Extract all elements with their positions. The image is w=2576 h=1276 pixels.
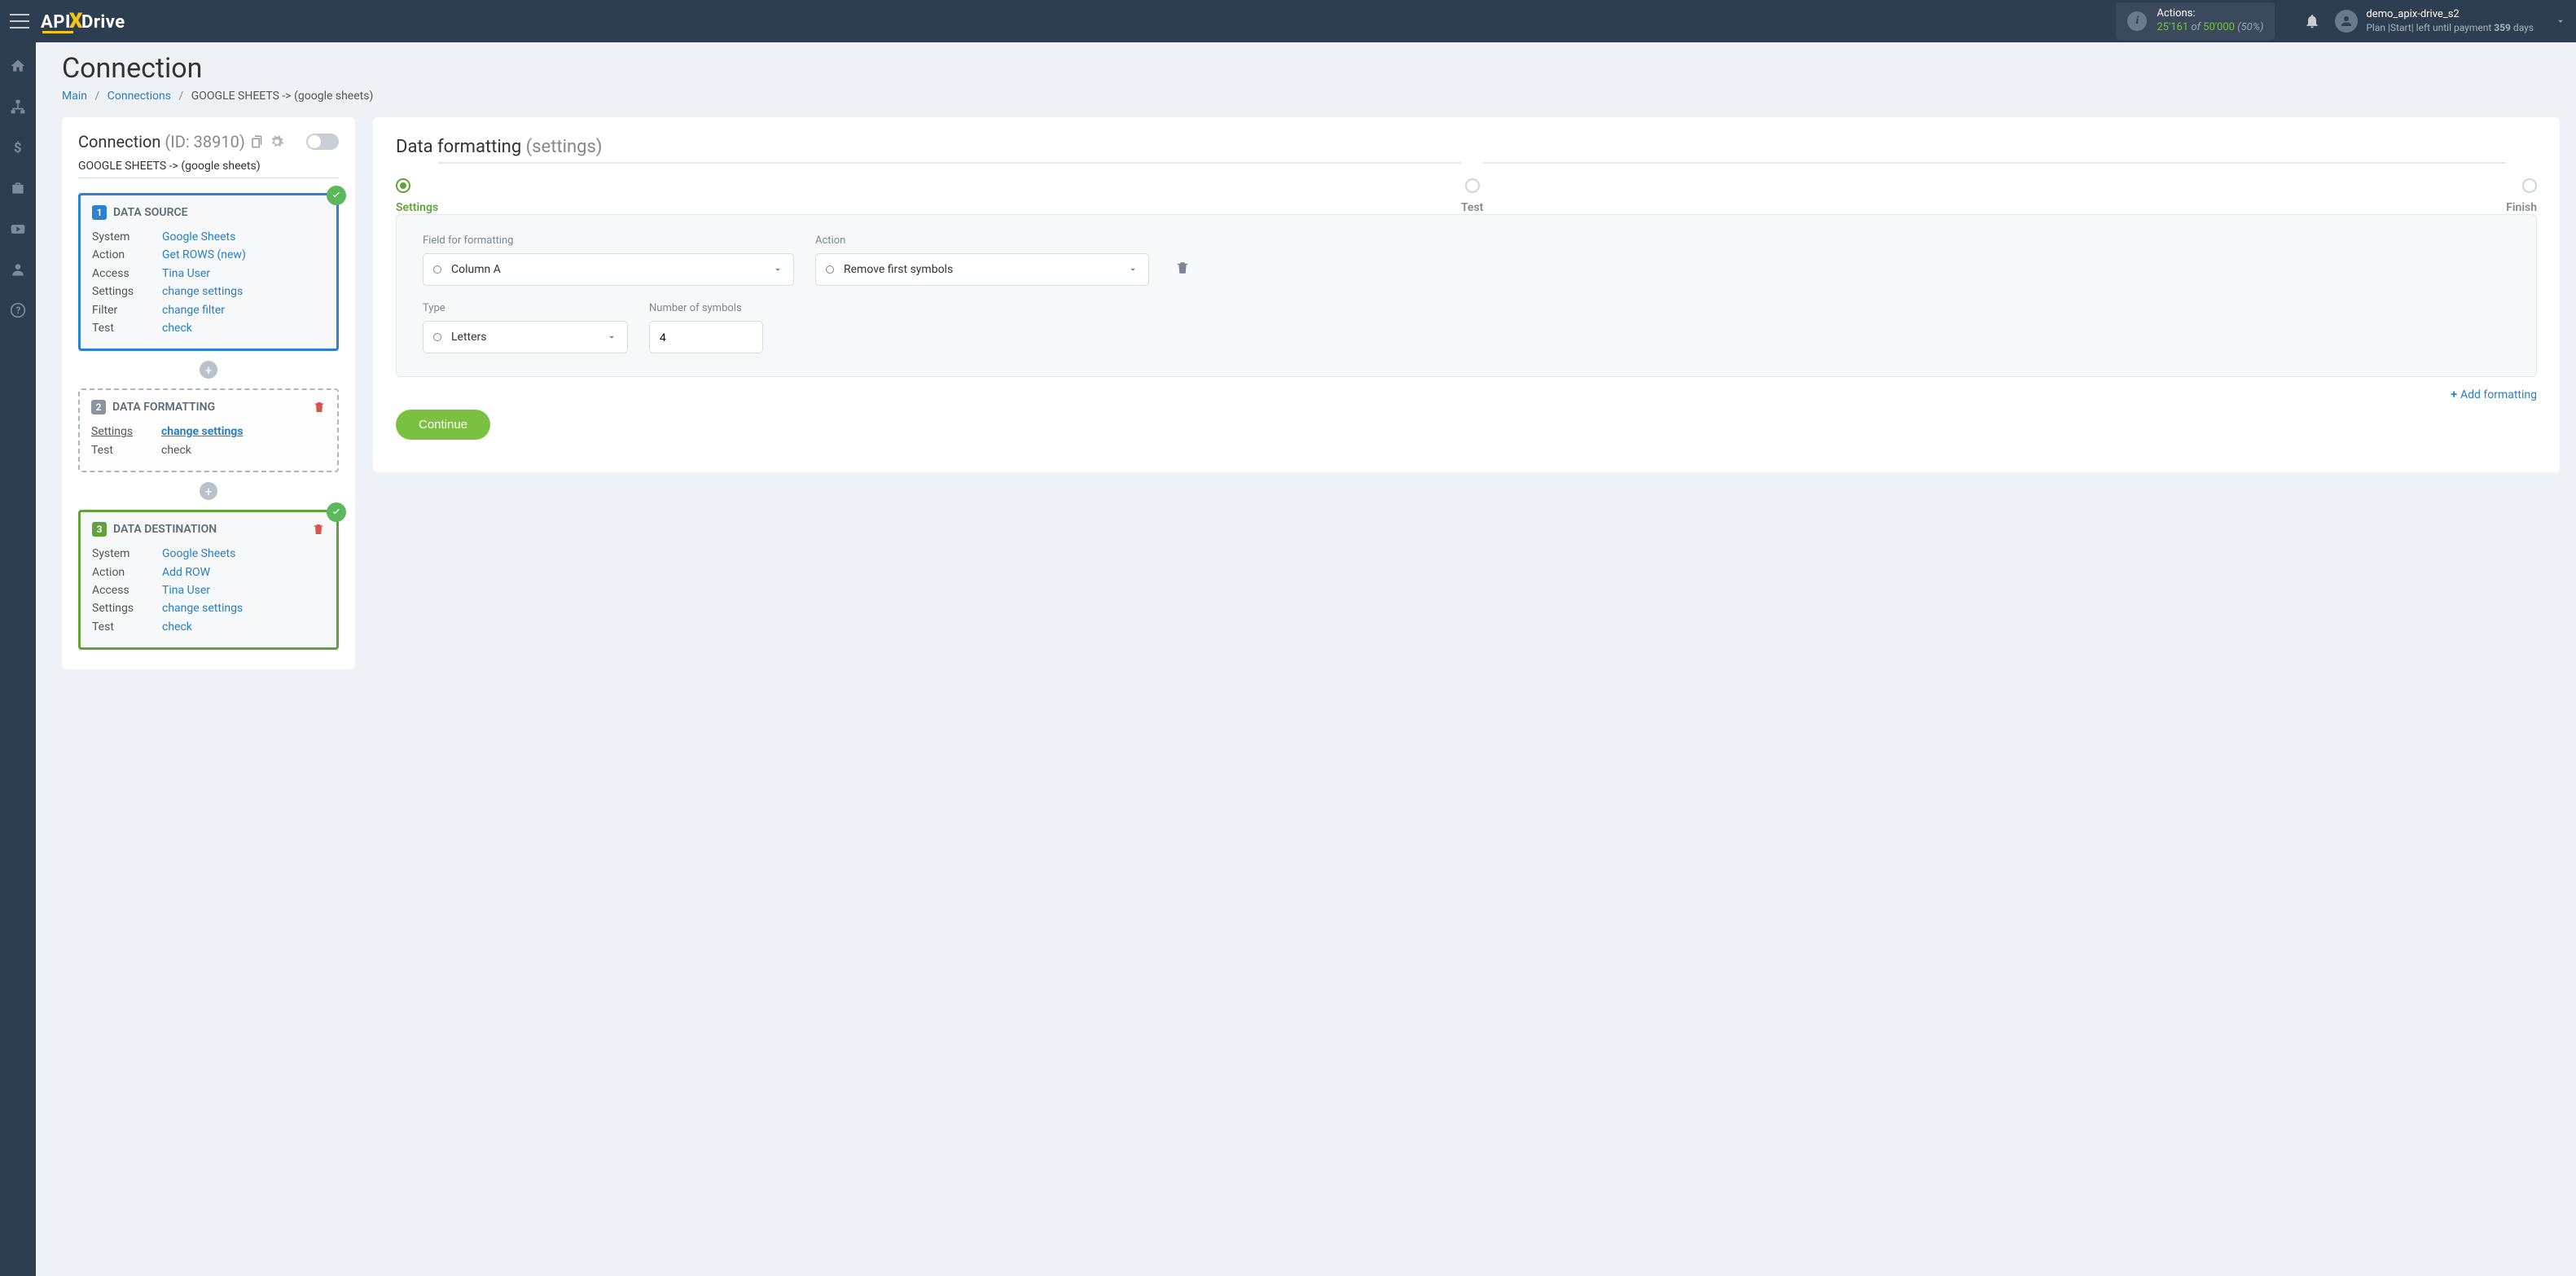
help-icon[interactable]: ? — [9, 301, 27, 319]
continue-button[interactable]: Continue — [396, 410, 490, 440]
dest-settings[interactable]: change settings — [162, 599, 243, 617]
svg-text:?: ? — [16, 305, 21, 316]
data-source-card: 1DATA SOURCE SystemGoogle Sheets ActionG… — [78, 193, 339, 351]
format-settings[interactable]: change settings — [161, 423, 243, 441]
radio-icon — [433, 333, 441, 341]
actions-text: Actions: 25'161 of 50'000 (50%) — [2157, 7, 2263, 35]
step-finish[interactable]: Finish — [2506, 178, 2537, 214]
breadcrumb-connections[interactable]: Connections — [108, 90, 171, 103]
connection-header: Connection (ID: 38910) — [78, 132, 339, 151]
source-action[interactable]: Get ROWS (new) — [162, 246, 246, 264]
dollar-icon[interactable]: $ — [9, 138, 27, 156]
connection-id: (ID: 38910) — [165, 132, 244, 151]
field-select[interactable]: Column A — [423, 253, 794, 286]
check-badge-icon — [327, 502, 346, 522]
dest-access[interactable]: Tina User — [162, 581, 210, 599]
num-input[interactable] — [649, 321, 763, 353]
username: demo_apix-drive_s2 — [2366, 8, 2534, 22]
type-select[interactable]: Letters — [423, 321, 628, 353]
logo-api: API — [41, 12, 71, 33]
left-sidebar: $ ? — [0, 42, 36, 1276]
connection-toggle[interactable] — [306, 134, 339, 150]
formatting-title: Data formatting (settings) — [396, 137, 2537, 157]
action-label: Action — [815, 235, 1149, 247]
actions-total: 50'000 — [2203, 21, 2235, 33]
info-icon: i — [2127, 11, 2147, 31]
step-settings[interactable]: Settings — [396, 178, 438, 214]
chevron-down-icon — [2555, 15, 2566, 27]
gear-icon[interactable] — [270, 134, 284, 149]
radio-icon — [433, 265, 441, 274]
trash-icon[interactable] — [312, 523, 325, 536]
connection-panel: Connection (ID: 38910) GOOGLE SHEETS -> … — [62, 117, 355, 669]
breadcrumb-current: GOOGLE SHEETS -> (google sheets) — [191, 90, 374, 103]
source-access[interactable]: Tina User — [162, 265, 210, 283]
format-test[interactable]: check — [161, 441, 191, 459]
avatar-icon — [2335, 10, 2358, 33]
source-settings[interactable]: change settings — [162, 283, 243, 300]
type-label: Type — [423, 302, 628, 314]
add-formatting-link[interactable]: + Add formatting — [396, 388, 2537, 401]
num-label: Number of symbols — [649, 302, 763, 314]
actions-label: Actions: — [2157, 7, 2263, 21]
breadcrumb: Main / Connections / GOOGLE SHEETS -> (g… — [62, 90, 2560, 103]
logo-drive: Drive — [81, 12, 125, 33]
dest-test[interactable]: check — [162, 618, 192, 636]
user-icon[interactable] — [9, 261, 27, 278]
formatting-panel: Data formatting (settings) Settings Test… — [373, 117, 2560, 472]
dest-action[interactable]: Add ROW — [162, 563, 210, 581]
check-badge-icon — [327, 186, 346, 205]
briefcase-icon[interactable] — [9, 179, 27, 197]
menu-icon[interactable] — [10, 14, 29, 29]
add-step-button-2[interactable]: + — [200, 482, 217, 500]
connection-subtitle: GOOGLE SHEETS -> (google sheets) — [78, 160, 339, 178]
youtube-icon[interactable] — [9, 220, 27, 238]
step-test[interactable]: Test — [1461, 178, 1483, 214]
actions-used: 25'161 — [2157, 21, 2188, 33]
formatting-form: Field for formatting Column A Action — [396, 214, 2537, 377]
trash-icon[interactable] — [313, 401, 326, 414]
bell-icon[interactable] — [2304, 13, 2320, 29]
logo[interactable]: APIXDrive — [41, 9, 125, 33]
topbar: APIXDrive i Actions: 25'161 of 50'000 (5… — [0, 0, 2576, 42]
chevron-down-icon — [1127, 264, 1139, 275]
source-system[interactable]: Google Sheets — [162, 228, 235, 246]
data-formatting-card: 2DATA FORMATTING Settingschange settings… — [78, 388, 339, 472]
dest-system[interactable]: Google Sheets — [162, 545, 235, 563]
field-label: Field for formatting — [423, 235, 794, 247]
main-content: Connection Main / Connections / GOOGLE S… — [36, 42, 2576, 1276]
plus-icon: + — [2451, 388, 2457, 401]
actions-pct: (50%) — [2237, 21, 2263, 33]
remove-rule-icon[interactable] — [1175, 261, 1190, 275]
home-icon[interactable] — [9, 57, 27, 75]
radio-icon — [826, 265, 834, 274]
action-select[interactable]: Remove first symbols — [815, 253, 1149, 286]
copy-icon[interactable] — [250, 134, 265, 149]
user-text: demo_apix-drive_s2 Plan |Start| left unt… — [2366, 8, 2534, 34]
sitemap-icon[interactable] — [9, 98, 27, 116]
add-step-button-1[interactable]: + — [200, 361, 217, 379]
chevron-down-icon — [772, 264, 783, 275]
source-test[interactable]: check — [162, 319, 192, 337]
actions-counter[interactable]: i Actions: 25'161 of 50'000 (50%) — [2116, 2, 2275, 40]
data-destination-card: 3DATA DESTINATION SystemGoogle Sheets Ac… — [78, 510, 339, 650]
svg-text:$: $ — [14, 141, 22, 156]
page-title: Connection — [62, 52, 2560, 85]
user-menu[interactable]: demo_apix-drive_s2 Plan |Start| left unt… — [2335, 8, 2566, 34]
source-filter[interactable]: change filter — [162, 301, 225, 319]
stepper: Settings Test Finish — [396, 178, 2537, 214]
breadcrumb-main[interactable]: Main — [62, 90, 87, 103]
chevron-down-icon — [606, 331, 617, 343]
